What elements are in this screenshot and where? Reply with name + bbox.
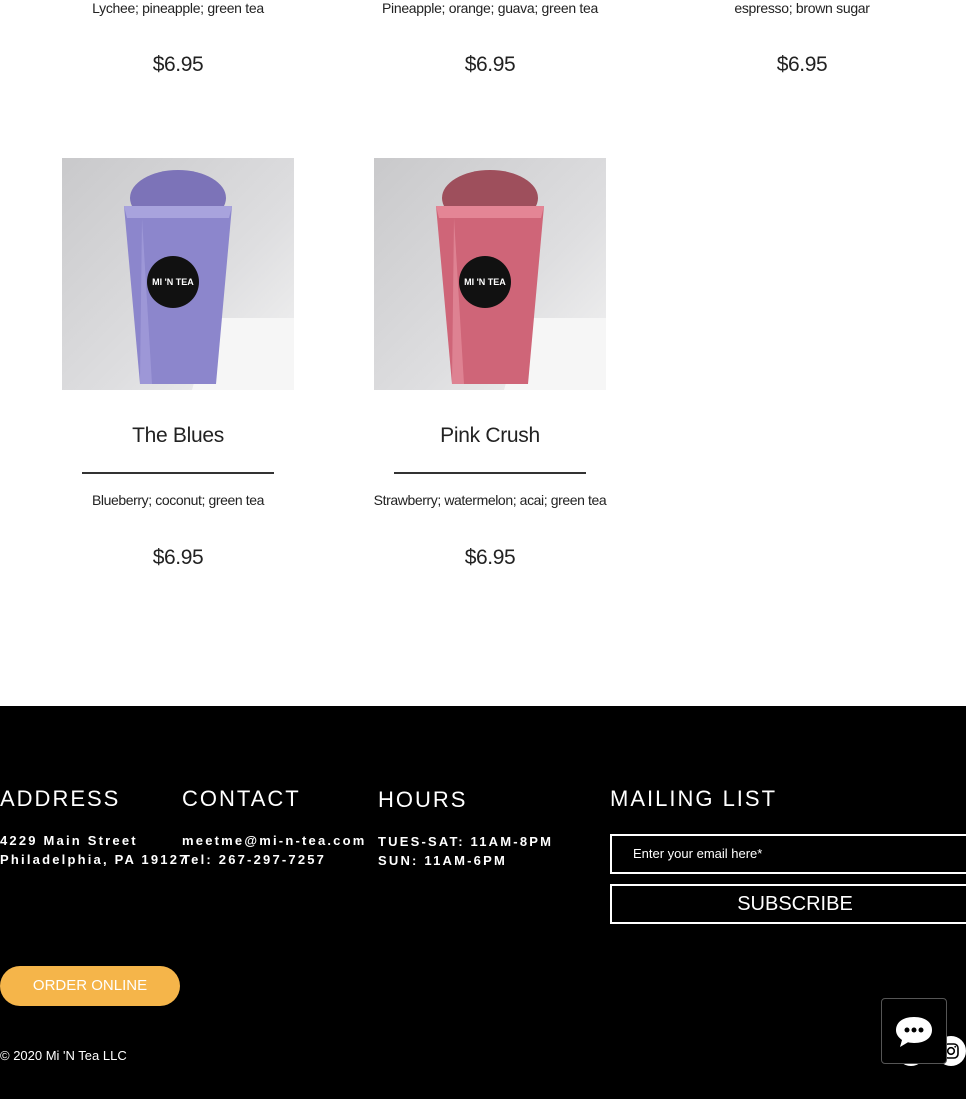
hours-line-1: TUES-SAT: 11AM-8PM bbox=[378, 834, 554, 849]
item-title[interactable]: Pink Crush bbox=[340, 424, 640, 448]
hours-heading: HOURS bbox=[378, 787, 468, 812]
menu-item-the-blues-info: The Blues Blueberry; coconut; green tea … bbox=[28, 158, 328, 598]
site-footer: ADDRESS 4229 Main Street Philadelphia, P… bbox=[0, 706, 966, 1099]
address-heading: ADDRESS bbox=[0, 786, 121, 811]
menu-item-pink-crush-info: Pink Crush Strawberry; watermelon; acai;… bbox=[340, 158, 640, 598]
item-divider bbox=[394, 472, 586, 474]
item-price: $6.95 bbox=[464, 546, 516, 569]
item-description: Strawberry; watermelon; acai; green tea bbox=[373, 492, 607, 508]
order-online-button[interactable]: ORDER ONLINE bbox=[0, 966, 180, 1006]
item-price: $6.95 bbox=[152, 546, 204, 569]
contact-heading: CONTACT bbox=[182, 786, 301, 811]
address-text: 4229 Main Street Philadelphia, PA 19127 bbox=[0, 831, 189, 869]
hours-text: TUES-SAT: 11AM-8PM SUN: 11AM-6PM bbox=[378, 832, 553, 870]
subscribe-button[interactable]: SUBSCRIBE bbox=[610, 884, 966, 924]
address-line-2: Philadelphia, PA 19127 bbox=[0, 852, 189, 867]
hours-line-2: SUN: 11AM-6PM bbox=[378, 853, 508, 868]
item-divider bbox=[82, 472, 274, 474]
item-price: $6.95 bbox=[776, 53, 828, 76]
copyright-text: © 2020 Mi 'N Tea LLC bbox=[0, 1048, 127, 1063]
item-description: Blueberry; coconut; green tea bbox=[91, 492, 265, 508]
mailing-list-heading: MAILING LIST bbox=[610, 786, 778, 811]
contact-phone: Tel: 267-297-7257 bbox=[182, 852, 327, 867]
chat-widget-button[interactable] bbox=[881, 998, 947, 1064]
item-description: espresso; brown sugar bbox=[734, 0, 870, 16]
menu-section: Lychee; pineapple; green tea $6.95 Pinea… bbox=[0, 0, 966, 706]
item-title[interactable]: The Blues bbox=[28, 424, 328, 448]
chat-bubble-icon bbox=[896, 1017, 932, 1047]
email-input[interactable]: Enter your email here* bbox=[610, 834, 966, 874]
address-line-1: 4229 Main Street bbox=[0, 833, 138, 848]
contact-email-link[interactable]: meetme@mi-n-tea.com bbox=[182, 831, 367, 850]
contact-text: meetme@mi-n-tea.com Tel: 267-297-7257 bbox=[182, 831, 367, 869]
